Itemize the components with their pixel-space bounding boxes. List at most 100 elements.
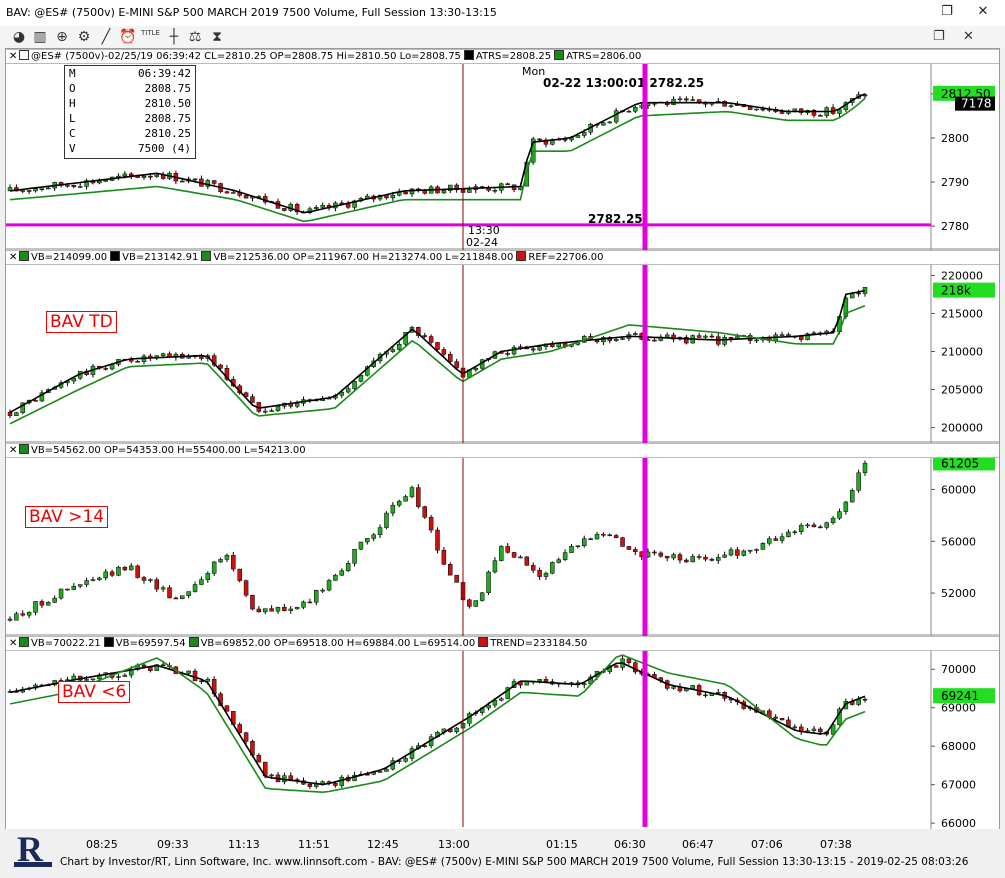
candle-body	[345, 563, 351, 571]
candle-body	[352, 381, 357, 389]
candle-body	[211, 561, 217, 574]
pie-chart-icon[interactable]: ◕	[10, 28, 28, 46]
reference-price-label: 2782.25	[588, 212, 643, 226]
panel-header-item: TREND=233184.50	[478, 637, 587, 650]
panel-header-item: VB=70022.21	[19, 637, 101, 650]
candle-body	[818, 526, 823, 529]
clock-icon[interactable]: ⏰	[119, 28, 137, 46]
candle-body	[664, 334, 670, 338]
candle-body	[550, 562, 555, 574]
candle-body	[601, 533, 606, 536]
hourglass-icon[interactable]: ⧗	[208, 28, 226, 46]
candle-body	[798, 524, 804, 533]
candle-body	[818, 728, 823, 733]
panel-restore-icon[interactable]: ❐	[933, 29, 945, 44]
candle-body	[52, 597, 57, 603]
candle-body	[792, 108, 798, 112]
candle-body	[626, 658, 632, 663]
candle-body	[633, 333, 638, 335]
candle-body	[339, 570, 345, 576]
candle-body	[7, 412, 13, 416]
candle-body	[728, 105, 734, 108]
zoom-icon[interactable]: ⊕	[53, 28, 71, 46]
x-axis-label: 11:51	[298, 838, 330, 851]
x-axis-label: 13:00	[438, 838, 470, 851]
candle-body	[294, 403, 300, 407]
candle-body	[173, 597, 179, 600]
chart-toolbar: ◕ ▥ ⊕ ⚙ ╱ ⏰ TITLE ┼ ⚖ ⧗ ❐ ✕	[0, 26, 1005, 48]
candle-body	[779, 334, 785, 336]
investor-rt-logo: R	[14, 829, 52, 871]
panel-header-text: VB=54562.00 OP=54353.00 H=55400.00 L=542…	[31, 445, 306, 456]
restore-button[interactable]: ❐	[930, 0, 964, 24]
panel-header-item: VB=214099.00	[19, 251, 107, 264]
chart-canvas[interactable]: 27802790280028102812.5020000020500021000…	[6, 49, 999, 829]
panel-header-text: ATRS=2806.00	[566, 51, 642, 62]
panel-header-text: VB=212536.00 OP=211967.00 H=213274.00 L=…	[213, 252, 514, 263]
candle-body	[160, 587, 166, 590]
candle-body	[837, 511, 842, 519]
candle-body	[754, 549, 759, 551]
panel-bav-gt14: 52000 56000 60000 61205	[7, 455, 995, 622]
candle-body	[530, 348, 536, 351]
panel-header-text: VB=213142.91	[122, 252, 199, 263]
candle-body	[601, 122, 606, 126]
panel-close-icon[interactable]: ✕	[963, 29, 974, 44]
candle-body	[231, 555, 236, 570]
candle-body	[486, 571, 491, 594]
candle-body	[97, 577, 102, 580]
candle-body	[613, 535, 619, 538]
bar-chart-icon[interactable]: ▥	[31, 28, 49, 46]
x-axis-label: 12:45	[367, 838, 399, 851]
y-tick-label: 215000	[941, 307, 983, 320]
candle-body	[613, 339, 619, 341]
candle-body	[148, 579, 153, 581]
scale-icon[interactable]: ⚖	[186, 28, 204, 46]
close-button[interactable]: ✕	[966, 0, 1000, 24]
candle-body	[90, 678, 96, 681]
series-line	[9, 662, 866, 786]
candle-body	[696, 335, 702, 338]
crosshair-icon[interactable]: ┼	[165, 28, 183, 46]
candle-body	[728, 549, 734, 556]
gear-icon[interactable]: ⚙	[75, 28, 93, 46]
candle-body	[122, 173, 128, 177]
candle-body	[811, 524, 817, 528]
candle-body	[435, 529, 440, 551]
y-tick-label: 2800	[941, 132, 969, 145]
candle-body	[747, 106, 753, 110]
title-icon[interactable]: TITLE	[141, 28, 160, 46]
panel-close-icon[interactable]: ✕	[9, 637, 19, 650]
ohlc-key: V	[69, 142, 76, 155]
candle-body	[396, 500, 402, 506]
candle-body	[39, 188, 45, 190]
candle-body	[684, 559, 689, 563]
candle-body	[26, 612, 32, 616]
candle-body	[103, 368, 108, 370]
candle-body	[435, 342, 440, 350]
candle-body	[518, 556, 523, 559]
candle-body	[262, 410, 268, 413]
panel-close-icon[interactable]: ✕	[9, 50, 19, 63]
candle-body	[715, 692, 721, 694]
candle-body	[505, 183, 510, 186]
panel-close-icon[interactable]: ✕	[9, 251, 19, 264]
panel-close-icon[interactable]: ✕	[9, 444, 19, 457]
x-axis-label: 06:30	[614, 838, 646, 851]
candle-body	[613, 665, 619, 668]
bav-td-label: BAV TD	[46, 311, 117, 333]
candle-body	[582, 538, 587, 547]
chart-area[interactable]: 27802790280028102812.5020000020500021000…	[5, 48, 1000, 830]
candle-body	[65, 185, 70, 187]
panel-bav-td: 200000 205000 210000 215000 220000 218k	[7, 269, 995, 435]
price-panel-header: ✕ @ES# (7500v)-02/25/19 06:39:42 CL=2810.…	[6, 49, 999, 64]
candle-body	[652, 339, 657, 342]
panel-header-text: VB=70022.21	[31, 638, 101, 649]
candle-body	[122, 674, 128, 677]
candle-body	[262, 608, 268, 613]
draw-line-icon[interactable]: ╱	[97, 28, 115, 46]
ohlc-value: 2810.25	[144, 127, 191, 140]
candle-body	[428, 516, 434, 531]
panel-header-item: VB=69852.00 OP=69518.00 H=69884.00 L=695…	[188, 637, 475, 650]
candle-body	[856, 292, 861, 295]
